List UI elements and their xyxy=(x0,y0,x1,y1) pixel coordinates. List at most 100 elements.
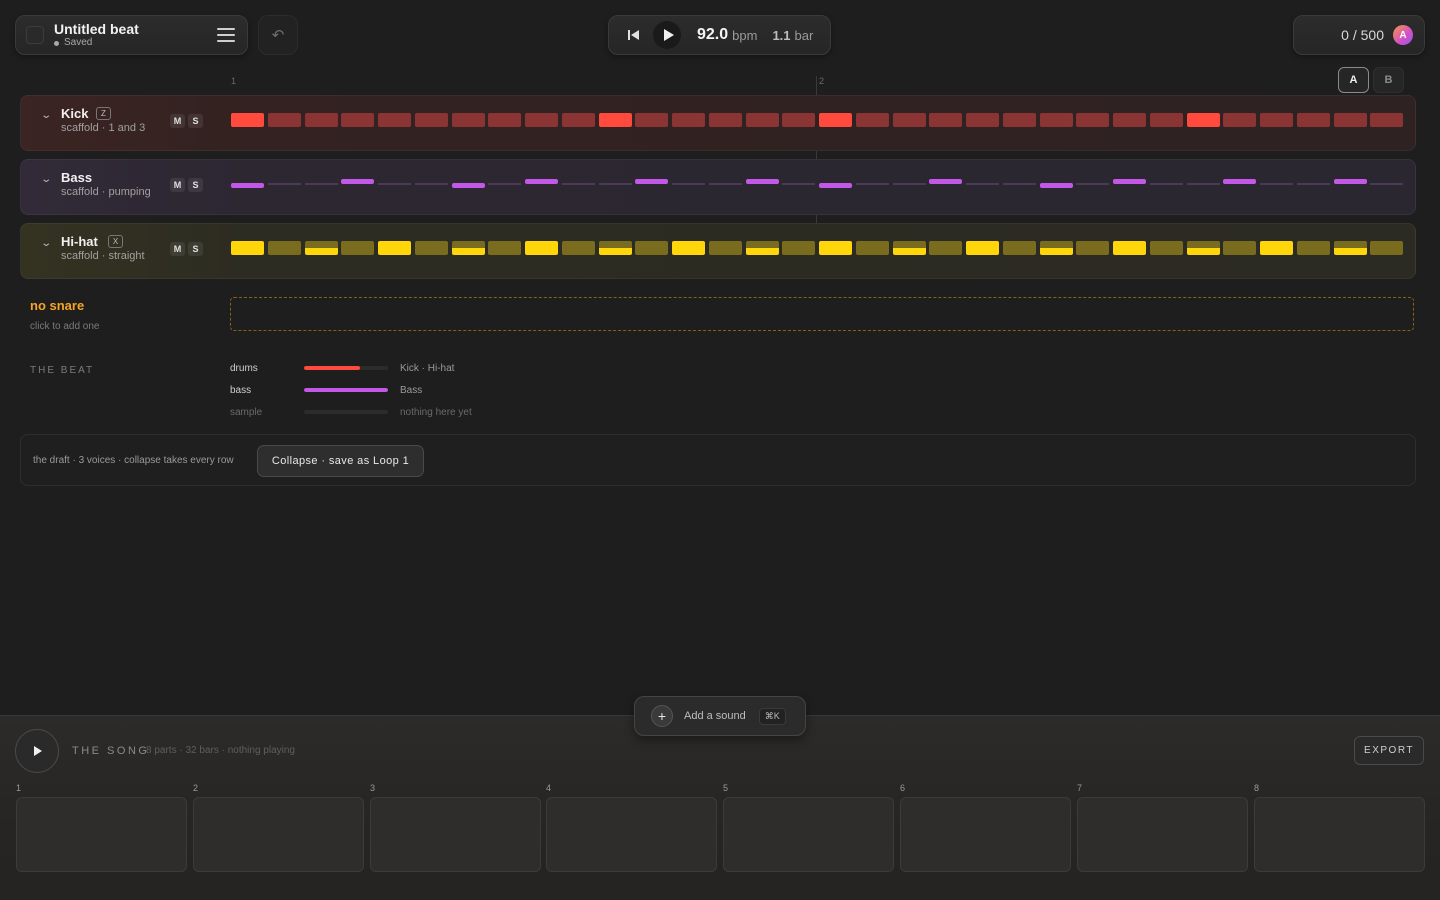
step-off[interactable] xyxy=(1150,241,1183,255)
step-off[interactable] xyxy=(1370,113,1403,127)
bass-note[interactable] xyxy=(525,179,558,184)
export-button[interactable]: EXPORT xyxy=(1354,736,1424,765)
step-off[interactable] xyxy=(709,113,742,127)
song-part-slot[interactable] xyxy=(370,797,541,872)
step-accent[interactable] xyxy=(452,241,485,255)
step-on[interactable] xyxy=(599,113,632,127)
track-name[interactable]: Bass xyxy=(61,170,92,185)
step-off[interactable] xyxy=(1297,113,1330,127)
song-part-slot[interactable] xyxy=(546,797,717,872)
step-on[interactable] xyxy=(966,241,999,255)
step-off[interactable] xyxy=(599,183,632,185)
beat-color-swatch[interactable] xyxy=(26,26,44,44)
step-off[interactable] xyxy=(562,113,595,127)
step-off[interactable] xyxy=(1187,183,1220,185)
step-off[interactable] xyxy=(782,183,815,185)
step-off[interactable] xyxy=(415,241,448,255)
step-off[interactable] xyxy=(268,183,301,185)
step-off[interactable] xyxy=(415,183,448,185)
variation-b-button[interactable]: B xyxy=(1373,67,1404,93)
step-off[interactable] xyxy=(1003,241,1036,255)
step-on[interactable] xyxy=(819,241,852,255)
step-off[interactable] xyxy=(1260,183,1293,185)
song-play-button[interactable] xyxy=(15,729,59,773)
mute-button[interactable]: M xyxy=(170,242,185,256)
step-off[interactable] xyxy=(856,241,889,255)
step-off[interactable] xyxy=(562,183,595,185)
add-sound-button[interactable]: + Add a sound ⌘K xyxy=(634,696,806,736)
step-on[interactable] xyxy=(819,113,852,127)
bass-note[interactable] xyxy=(929,179,962,184)
step-off[interactable] xyxy=(709,183,742,185)
song-part-slot[interactable] xyxy=(723,797,894,872)
avatar[interactable]: A xyxy=(1393,25,1413,45)
step-on[interactable] xyxy=(525,241,558,255)
step-off[interactable] xyxy=(1334,113,1367,127)
step-off[interactable] xyxy=(1003,183,1036,185)
step-off[interactable] xyxy=(893,183,926,185)
step-off[interactable] xyxy=(966,113,999,127)
step-on[interactable] xyxy=(231,241,264,255)
chevron-down-icon[interactable]: ⌄ xyxy=(40,174,52,185)
step-off[interactable] xyxy=(415,113,448,127)
step-off[interactable] xyxy=(893,113,926,127)
menu-icon[interactable] xyxy=(217,28,235,42)
collapse-save-loop-button[interactable]: Collapse · save as Loop 1 xyxy=(257,445,424,477)
no-snare-title[interactable]: no snare xyxy=(30,298,84,313)
step-off[interactable] xyxy=(929,241,962,255)
step-off[interactable] xyxy=(782,241,815,255)
step-off[interactable] xyxy=(1297,241,1330,255)
bass-note[interactable] xyxy=(1334,179,1367,184)
step-off[interactable] xyxy=(672,183,705,185)
step-off[interactable] xyxy=(488,241,521,255)
undo-button[interactable]: ↶ xyxy=(258,15,298,55)
solo-button[interactable]: S xyxy=(188,114,203,128)
bass-note[interactable] xyxy=(341,179,374,184)
step-off[interactable] xyxy=(1223,113,1256,127)
step-off[interactable] xyxy=(1297,183,1330,185)
step-off[interactable] xyxy=(1223,241,1256,255)
step-off[interactable] xyxy=(305,183,338,185)
step-off[interactable] xyxy=(1150,113,1183,127)
step-off[interactable] xyxy=(378,113,411,127)
track-name[interactable]: Hi-hat xyxy=(61,234,98,249)
step-off[interactable] xyxy=(672,113,705,127)
step-off[interactable] xyxy=(746,113,779,127)
step-off[interactable] xyxy=(305,113,338,127)
solo-button[interactable]: S xyxy=(188,178,203,192)
chevron-down-icon[interactable]: ⌄ xyxy=(40,110,52,121)
variation-a-button[interactable]: A xyxy=(1338,67,1369,93)
step-on[interactable] xyxy=(672,241,705,255)
bass-note[interactable] xyxy=(1113,179,1146,184)
step-off[interactable] xyxy=(341,113,374,127)
step-accent[interactable] xyxy=(599,241,632,255)
step-off[interactable] xyxy=(929,113,962,127)
beat-title[interactable]: Untitled beat xyxy=(54,21,217,37)
step-off[interactable] xyxy=(341,241,374,255)
step-accent[interactable] xyxy=(1187,241,1220,255)
step-off[interactable] xyxy=(1076,183,1109,185)
step-accent[interactable] xyxy=(893,241,926,255)
step-off[interactable] xyxy=(1076,113,1109,127)
bpm-value[interactable]: 92.0 xyxy=(697,26,728,44)
track-name[interactable]: Kick xyxy=(61,106,88,121)
step-on[interactable] xyxy=(1187,113,1220,127)
bass-note[interactable] xyxy=(819,183,852,188)
add-snare-dropzone[interactable] xyxy=(230,297,1414,331)
step-off[interactable] xyxy=(966,183,999,185)
mute-button[interactable]: M xyxy=(170,114,185,128)
step-off[interactable] xyxy=(856,183,889,185)
step-off[interactable] xyxy=(1370,183,1403,185)
bass-note[interactable] xyxy=(1223,179,1256,184)
song-part-slot[interactable] xyxy=(900,797,1071,872)
step-accent[interactable] xyxy=(1040,241,1073,255)
step-off[interactable] xyxy=(782,113,815,127)
bass-note[interactable] xyxy=(452,183,485,188)
bass-note[interactable] xyxy=(746,179,779,184)
solo-button[interactable]: S xyxy=(188,242,203,256)
song-part-slot[interactable] xyxy=(193,797,364,872)
step-accent[interactable] xyxy=(1334,241,1367,255)
step-off[interactable] xyxy=(1150,183,1183,185)
step-off[interactable] xyxy=(856,113,889,127)
skip-back-icon[interactable] xyxy=(627,28,641,42)
